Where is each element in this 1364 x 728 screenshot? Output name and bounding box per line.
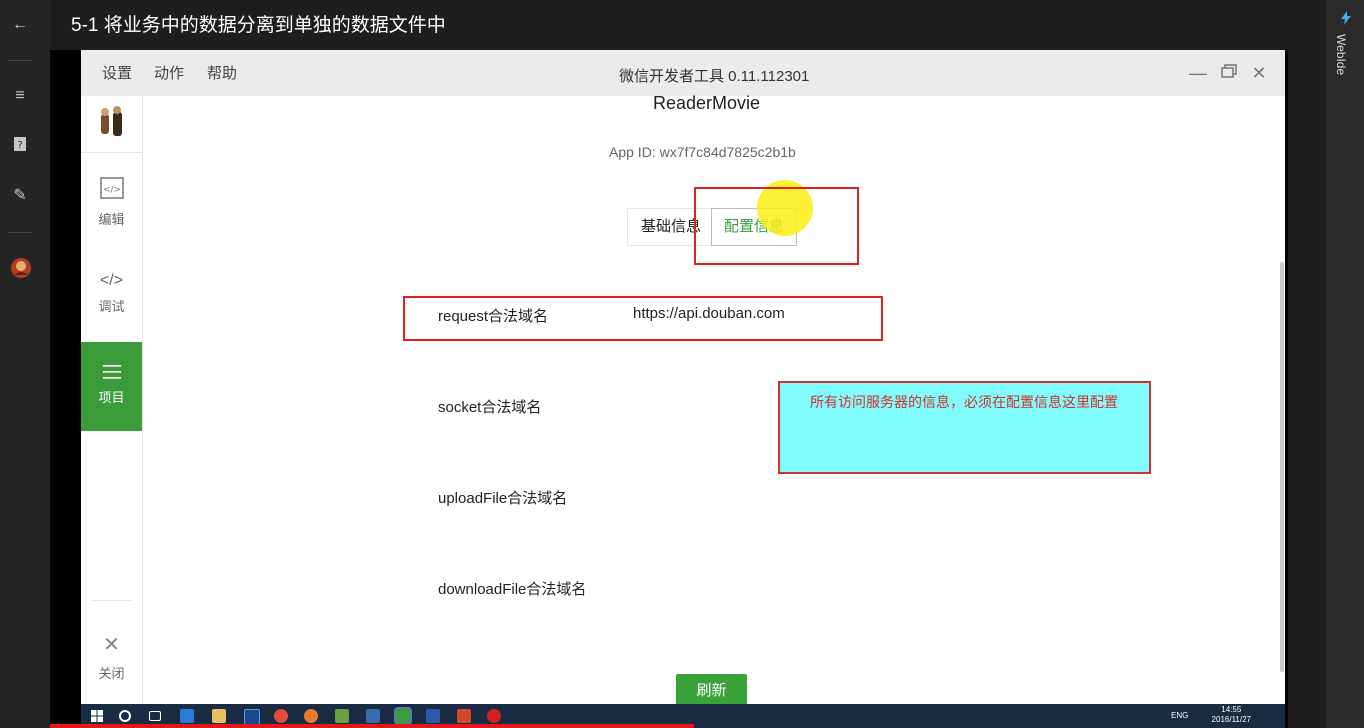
taskbar-date: 2016/11/27 <box>1211 715 1251 724</box>
menu-help[interactable]: 帮助 <box>207 65 237 83</box>
code-brackets-icon: </> <box>99 272 124 289</box>
sidebar-item-label: 项目 <box>98 390 125 405</box>
sidebar-item-label: 调试 <box>98 299 125 314</box>
task-view-icon[interactable] <box>149 711 161 721</box>
close-icon[interactable]: ✕ <box>1249 63 1269 83</box>
svg-text:</>: </> <box>102 185 120 195</box>
player-right-rail: WebIde <box>1326 0 1364 728</box>
rail-divider <box>8 232 32 233</box>
app-icon-green[interactable] <box>335 709 349 723</box>
rail-divider <box>8 60 32 61</box>
sidebar-divider <box>91 600 132 601</box>
player-left-rail: ← ≡ ? ✎ <box>0 0 50 728</box>
content-scrollbar[interactable] <box>1280 262 1284 672</box>
back-arrow-icon[interactable]: ← <box>10 15 30 35</box>
lightning-icon[interactable] <box>1338 10 1354 26</box>
tray-language[interactable]: ENG <box>1171 711 1188 720</box>
webide-label[interactable]: WebIde <box>1334 34 1348 75</box>
close-x-icon: ✕ <box>103 634 120 656</box>
menu-settings[interactable]: 设置 <box>102 65 132 83</box>
devtools-sidebar: </> 编辑 </> 调试 项目 ✕ 关闭 <box>81 96 143 710</box>
annotation-box-config-tab <box>694 187 859 265</box>
folder-icon[interactable] <box>212 709 226 723</box>
restore-icon[interactable] <box>1219 63 1239 83</box>
app-title: 微信开发者工具 0.11.112301 <box>619 68 810 85</box>
pencil-icon[interactable]: ✎ <box>10 186 30 206</box>
powerpoint-icon[interactable] <box>457 709 471 723</box>
svg-text:?: ? <box>17 140 22 151</box>
field-label-socket: socket合法域名 <box>438 399 542 416</box>
photoshop-icon[interactable] <box>244 709 260 725</box>
wechat-devtools-icon[interactable] <box>394 707 412 725</box>
app-id: App ID: wx7f7c84d7825c2b1b <box>609 144 796 160</box>
code-file-icon: </> <box>99 177 125 203</box>
record-icon[interactable] <box>487 709 501 723</box>
sidebar-item-label: 关闭 <box>98 666 125 681</box>
sidebar-item-close[interactable]: ✕ 关闭 <box>81 632 142 682</box>
sidebar-item-label: 编辑 <box>98 212 125 227</box>
video-progress-bar[interactable] <box>50 724 694 728</box>
annotation-box-request-domain <box>403 296 883 341</box>
windows-start-icon[interactable] <box>90 709 104 723</box>
sidebar-item-debug[interactable]: </> 调试 <box>81 272 142 315</box>
video-title-bar: 5-1 将业务中的数据分离到单独的数据文件中 <box>50 0 1288 50</box>
sidebar-divider <box>81 152 142 153</box>
search-icon[interactable] <box>119 710 131 722</box>
taskbar-clock[interactable]: 14:55 2016/11/27 <box>1212 705 1251 725</box>
app-icon-orange[interactable] <box>304 709 318 723</box>
refresh-button[interactable]: 刷新 <box>676 674 747 708</box>
app-menu-bar: 设置 动作 帮助 微信开发者工具 0.11.112301 — ✕ <box>81 50 1285 96</box>
word-icon[interactable] <box>426 709 440 723</box>
field-label-download: downloadFile合法域名 <box>438 581 587 598</box>
webstorm-icon[interactable] <box>366 709 380 723</box>
annotation-note: 所有访问服务器的信息，必须在配置信息这里配置 <box>778 381 1151 474</box>
annotation-note-text: 所有访问服务器的信息，必须在配置信息这里配置 <box>810 394 1118 410</box>
minimize-icon[interactable]: — <box>1188 63 1208 83</box>
question-icon[interactable]: ? <box>10 136 30 156</box>
field-label-upload: uploadFile合法域名 <box>438 490 568 507</box>
edge-icon[interactable] <box>180 709 194 723</box>
menu-icon[interactable]: ≡ <box>10 86 30 106</box>
sidebar-item-edit[interactable]: </> 编辑 <box>81 176 142 228</box>
menu-lines-icon <box>102 365 122 383</box>
taskbar-time: 14:55 <box>1221 705 1242 714</box>
project-name: ReaderMovie <box>653 93 761 113</box>
chrome-icon[interactable] <box>274 709 288 723</box>
sidebar-item-project[interactable]: 项目 <box>81 342 142 431</box>
project-avatar[interactable] <box>81 106 142 150</box>
avatar[interactable] <box>10 257 31 278</box>
menu-actions[interactable]: 动作 <box>154 65 184 83</box>
video-title: 5-1 将业务中的数据分离到单独的数据文件中 <box>71 15 446 36</box>
